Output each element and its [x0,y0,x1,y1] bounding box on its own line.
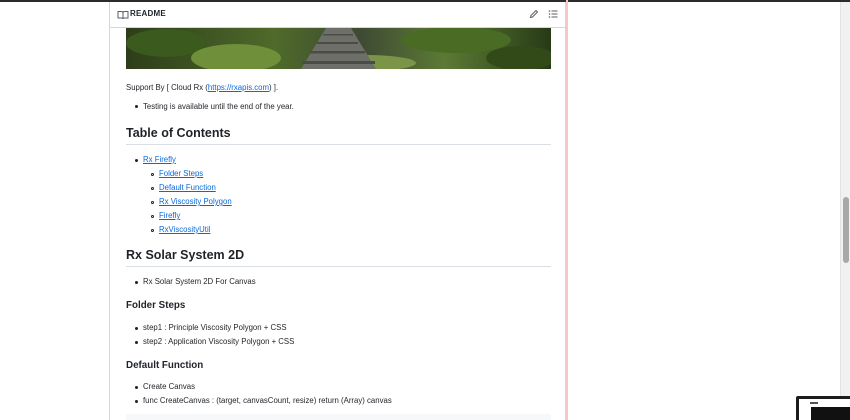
testing-note: Testing is available until the end of th… [143,102,294,111]
solar-heading: Rx Solar System 2D [126,248,245,262]
support-suffix: ) ]. [269,83,279,92]
sub-bullet-circle [151,229,154,232]
solar-heading-rule [126,266,551,267]
code-block [126,414,551,420]
pencil-icon[interactable] [529,9,539,19]
hero-image [126,28,551,69]
function-item: Create Canvas [143,382,196,391]
toc-link-viscosity-polygon[interactable]: Rx Viscosity Polygon [159,197,232,206]
bullet-dot [135,105,138,108]
book-icon [117,11,129,20]
bullet-dot [135,400,138,403]
bullet-dot [135,327,138,330]
toc-link-viscosity-util[interactable]: RxViscosityUtil [159,225,210,234]
readme-title: README [130,9,166,18]
window-thumbnail[interactable] [796,396,850,420]
toc-link-folder-steps[interactable]: Folder Steps [159,169,203,178]
sub-bullet-circle [151,215,154,218]
toc-link-default-function[interactable]: Default Function [159,183,216,192]
default-function-heading: Default Function [126,360,204,371]
bullet-dot [135,159,138,162]
readme-panel: README Support By [Cloud Rx (https://rx… [109,2,566,420]
bullet-dot [135,341,138,344]
solar-item: Rx Solar System 2D For Canvas [143,277,256,286]
toc-link-rx-firefly[interactable]: Rx Firefly [143,155,176,164]
readme-header: README [110,2,565,28]
toc-link-firefly[interactable]: Firefly [159,211,180,220]
toc-heading-rule [126,144,551,145]
sub-bullet-circle [151,201,154,204]
sub-bullet-circle [151,187,154,190]
support-line: Support By [ Cloud Rx (https://rxapis.co… [126,83,278,92]
thumbnail-image [811,407,850,420]
step-item: step1 : Principle Viscosity Polygon + CS… [143,323,287,332]
step-item: step2 : Application Viscosity Polygon + … [143,337,295,346]
list-icon[interactable] [548,9,558,19]
sub-bullet-circle [151,173,154,176]
support-prefix: Support By [ Cloud Rx ( [126,83,208,92]
function-item: func CreateCanvas : (target, canvasCount… [143,396,392,405]
bullet-dot [135,386,138,389]
scrollbar-thumb[interactable] [843,197,849,263]
folder-steps-heading: Folder Steps [126,300,186,311]
toc-heading: Table of Contents [126,126,231,140]
bullet-dot [135,281,138,284]
support-link[interactable]: https://rxapis.com [208,83,269,92]
divider-line [566,0,568,420]
thumbnail-text [810,402,818,404]
